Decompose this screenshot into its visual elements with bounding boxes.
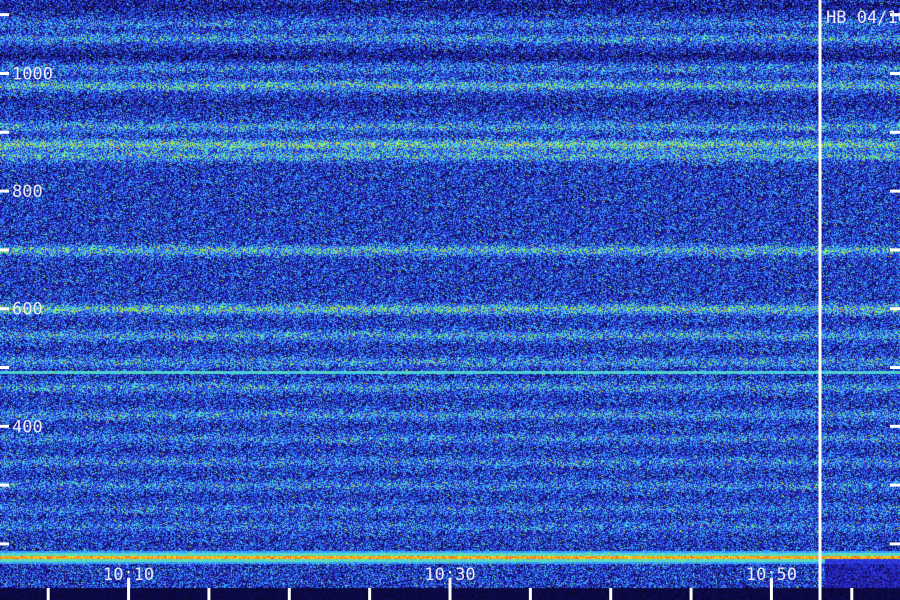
x-tick-label: 10:10 xyxy=(103,565,154,585)
y-axis-labels: 400 600 800 1000 xyxy=(12,65,53,438)
x-axis-labels: 10:10 10:30 10:50 xyxy=(103,565,797,585)
station-label: HB 04/10 xyxy=(826,8,900,28)
x-tick-label: 10:50 xyxy=(746,565,797,585)
y-tick-label: 1000 xyxy=(12,65,53,85)
spectrogram-chart: 400 600 800 1000 10:10 10:30 10:50 HB 04… xyxy=(0,0,900,600)
y-tick-label: 400 xyxy=(12,417,43,437)
y-tick-label: 600 xyxy=(12,300,43,320)
chart-overlay: 400 600 800 1000 10:10 10:30 10:50 HB 04… xyxy=(0,0,900,600)
x-tick-label: 10:30 xyxy=(424,565,475,585)
y-tick-label: 800 xyxy=(12,182,43,202)
axis-ticks xyxy=(0,13,900,600)
